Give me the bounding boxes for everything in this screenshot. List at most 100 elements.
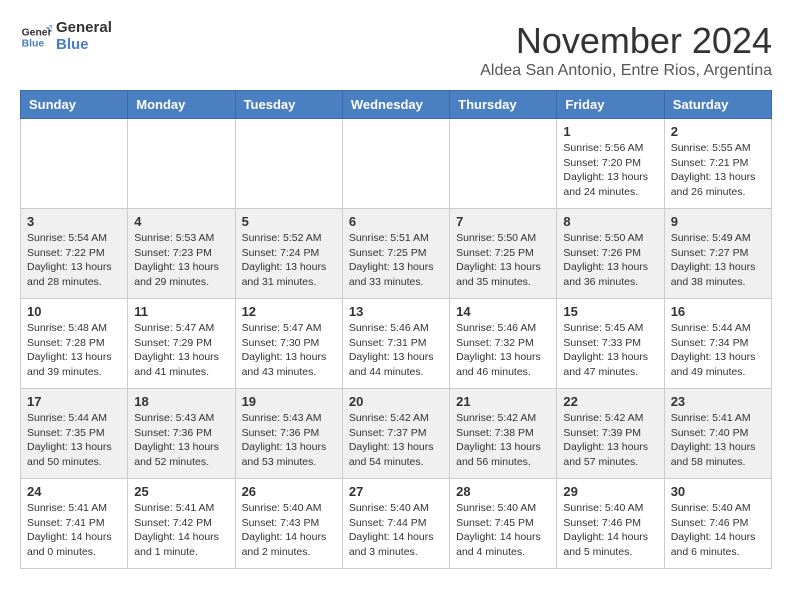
day-number: 30 [671, 484, 765, 499]
calendar-cell: 12Sunrise: 5:47 AM Sunset: 7:30 PM Dayli… [235, 299, 342, 389]
weekday-header-row: SundayMondayTuesdayWednesdayThursdayFrid… [21, 91, 772, 119]
day-info: Sunrise: 5:50 AM Sunset: 7:26 PM Dayligh… [563, 231, 657, 290]
day-info: Sunrise: 5:49 AM Sunset: 7:27 PM Dayligh… [671, 231, 765, 290]
day-number: 26 [242, 484, 336, 499]
calendar-cell: 27Sunrise: 5:40 AM Sunset: 7:44 PM Dayli… [342, 479, 449, 569]
day-number: 5 [242, 214, 336, 229]
day-info: Sunrise: 5:48 AM Sunset: 7:28 PM Dayligh… [27, 321, 121, 380]
day-info: Sunrise: 5:42 AM Sunset: 7:39 PM Dayligh… [563, 411, 657, 470]
day-info: Sunrise: 5:40 AM Sunset: 7:46 PM Dayligh… [563, 501, 657, 560]
day-info: Sunrise: 5:44 AM Sunset: 7:34 PM Dayligh… [671, 321, 765, 380]
day-number: 12 [242, 304, 336, 319]
day-number: 20 [349, 394, 443, 409]
calendar-cell [342, 119, 449, 209]
calendar-cell [235, 119, 342, 209]
day-info: Sunrise: 5:56 AM Sunset: 7:20 PM Dayligh… [563, 141, 657, 200]
day-info: Sunrise: 5:41 AM Sunset: 7:41 PM Dayligh… [27, 501, 121, 560]
month-title: November 2024 [480, 20, 772, 62]
day-number: 10 [27, 304, 121, 319]
day-number: 13 [349, 304, 443, 319]
day-info: Sunrise: 5:54 AM Sunset: 7:22 PM Dayligh… [27, 231, 121, 290]
day-info: Sunrise: 5:43 AM Sunset: 7:36 PM Dayligh… [242, 411, 336, 470]
day-number: 3 [27, 214, 121, 229]
weekday-header-sunday: Sunday [21, 91, 128, 119]
logo-icon: General Blue [20, 21, 52, 53]
header: General Blue General Blue November 2024 … [20, 20, 772, 80]
calendar-cell [21, 119, 128, 209]
weekday-header-monday: Monday [128, 91, 235, 119]
day-info: Sunrise: 5:46 AM Sunset: 7:31 PM Dayligh… [349, 321, 443, 380]
calendar-week-2: 3 Sunrise: 5:54 AM Sunset: 7:22 PM Daylig… [21, 209, 772, 299]
day-info: Sunrise: 5:42 AM Sunset: 7:38 PM Dayligh… [456, 411, 550, 470]
calendar-cell: 16 Sunrise: 5:44 AM Sunset: 7:34 PM Dayli… [664, 299, 771, 389]
day-number: 28 [456, 484, 550, 499]
day-number: 25 [134, 484, 228, 499]
calendar-cell: 8 Sunrise: 5:50 AM Sunset: 7:26 PM Daylig… [557, 209, 664, 299]
day-number: 7 [456, 214, 550, 229]
calendar-cell: 24 Sunrise: 5:41 AM Sunset: 7:41 PM Dayli… [21, 479, 128, 569]
day-number: 16 [671, 304, 765, 319]
day-info: Sunrise: 5:53 AM Sunset: 7:23 PM Dayligh… [134, 231, 228, 290]
calendar-cell: 29 Sunrise: 5:40 AM Sunset: 7:46 PM Dayli… [557, 479, 664, 569]
day-info: Sunrise: 5:41 AM Sunset: 7:40 PM Dayligh… [671, 411, 765, 470]
day-number: 18 [134, 394, 228, 409]
calendar-cell: 15Sunrise: 5:45 AM Sunset: 7:33 PM Dayli… [557, 299, 664, 389]
calendar-cell [450, 119, 557, 209]
calendar-week-4: 17Sunrise: 5:44 AM Sunset: 7:35 PM Dayli… [21, 389, 772, 479]
weekday-header-saturday: Saturday [664, 91, 771, 119]
svg-text:General: General [22, 27, 52, 38]
day-number: 9 [671, 214, 765, 229]
calendar-cell: 23Sunrise: 5:41 AM Sunset: 7:40 PM Dayli… [664, 389, 771, 479]
calendar-cell: 2Sunrise: 5:55 AM Sunset: 7:21 PM Daylig… [664, 119, 771, 209]
day-number: 6 [349, 214, 443, 229]
day-number: 22 [563, 394, 657, 409]
calendar-cell: 20 Sunrise: 5:42 AM Sunset: 7:37 PM Dayli… [342, 389, 449, 479]
calendar-cell [128, 119, 235, 209]
day-number: 19 [242, 394, 336, 409]
calendar-week-5: 24 Sunrise: 5:41 AM Sunset: 7:41 PM Dayli… [21, 479, 772, 569]
title-area: November 2024 Aldea San Antonio, Entre R… [480, 20, 772, 80]
day-info: Sunrise: 5:42 AM Sunset: 7:37 PM Dayligh… [349, 411, 443, 470]
logo: General Blue General Blue [20, 20, 112, 53]
day-number: 17 [27, 394, 121, 409]
calendar-cell: 26 Sunrise: 5:40 AM Sunset: 7:43 PM Dayli… [235, 479, 342, 569]
day-info: Sunrise: 5:43 AM Sunset: 7:36 PM Dayligh… [134, 411, 228, 470]
day-info: Sunrise: 5:46 AM Sunset: 7:32 PM Dayligh… [456, 321, 550, 380]
calendar-cell: 1 Sunrise: 5:56 AM Sunset: 7:20 PM Daylig… [557, 119, 664, 209]
calendar-cell: 5Sunrise: 5:52 AM Sunset: 7:24 PM Daylig… [235, 209, 342, 299]
day-number: 24 [27, 484, 121, 499]
weekday-header-friday: Friday [557, 91, 664, 119]
calendar-week-3: 10 Sunrise: 5:48 AM Sunset: 7:28 PM Dayli… [21, 299, 772, 389]
location-subtitle: Aldea San Antonio, Entre Rios, Argentina [480, 62, 772, 80]
calendar-cell: 18 Sunrise: 5:43 AM Sunset: 7:36 PM Dayli… [128, 389, 235, 479]
calendar-cell: 10 Sunrise: 5:48 AM Sunset: 7:28 PM Dayli… [21, 299, 128, 389]
calendar-cell: 13 Sunrise: 5:46 AM Sunset: 7:31 PM Dayli… [342, 299, 449, 389]
calendar-table: SundayMondayTuesdayWednesdayThursdayFrid… [20, 90, 772, 569]
calendar-cell: 11Sunrise: 5:47 AM Sunset: 7:29 PM Dayli… [128, 299, 235, 389]
day-number: 29 [563, 484, 657, 499]
svg-text:Blue: Blue [22, 38, 45, 49]
day-info: Sunrise: 5:41 AM Sunset: 7:42 PM Dayligh… [134, 501, 228, 560]
day-info: Sunrise: 5:40 AM Sunset: 7:43 PM Dayligh… [242, 501, 336, 560]
calendar-cell: 14 Sunrise: 5:46 AM Sunset: 7:32 PM Dayli… [450, 299, 557, 389]
day-number: 1 [563, 124, 657, 139]
day-number: 21 [456, 394, 550, 409]
calendar-cell: 9 Sunrise: 5:49 AM Sunset: 7:27 PM Daylig… [664, 209, 771, 299]
day-number: 14 [456, 304, 550, 319]
day-info: Sunrise: 5:50 AM Sunset: 7:25 PM Dayligh… [456, 231, 550, 290]
day-number: 8 [563, 214, 657, 229]
calendar-cell: 22 Sunrise: 5:42 AM Sunset: 7:39 PM Dayli… [557, 389, 664, 479]
calendar-cell: 17Sunrise: 5:44 AM Sunset: 7:35 PM Dayli… [21, 389, 128, 479]
day-info: Sunrise: 5:40 AM Sunset: 7:45 PM Dayligh… [456, 501, 550, 560]
calendar-cell: 21 Sunrise: 5:42 AM Sunset: 7:38 PM Dayli… [450, 389, 557, 479]
day-number: 11 [134, 304, 228, 319]
calendar-cell: 30 Sunrise: 5:40 AM Sunset: 7:46 PM Dayli… [664, 479, 771, 569]
weekday-header-tuesday: Tuesday [235, 91, 342, 119]
day-info: Sunrise: 5:40 AM Sunset: 7:44 PM Dayligh… [349, 501, 443, 560]
calendar-week-1: 1 Sunrise: 5:56 AM Sunset: 7:20 PM Daylig… [21, 119, 772, 209]
day-number: 4 [134, 214, 228, 229]
day-info: Sunrise: 5:40 AM Sunset: 7:46 PM Dayligh… [671, 501, 765, 560]
calendar-cell: 6Sunrise: 5:51 AM Sunset: 7:25 PM Daylig… [342, 209, 449, 299]
calendar-cell: 3 Sunrise: 5:54 AM Sunset: 7:22 PM Daylig… [21, 209, 128, 299]
calendar-cell: 4 Sunrise: 5:53 AM Sunset: 7:23 PM Daylig… [128, 209, 235, 299]
